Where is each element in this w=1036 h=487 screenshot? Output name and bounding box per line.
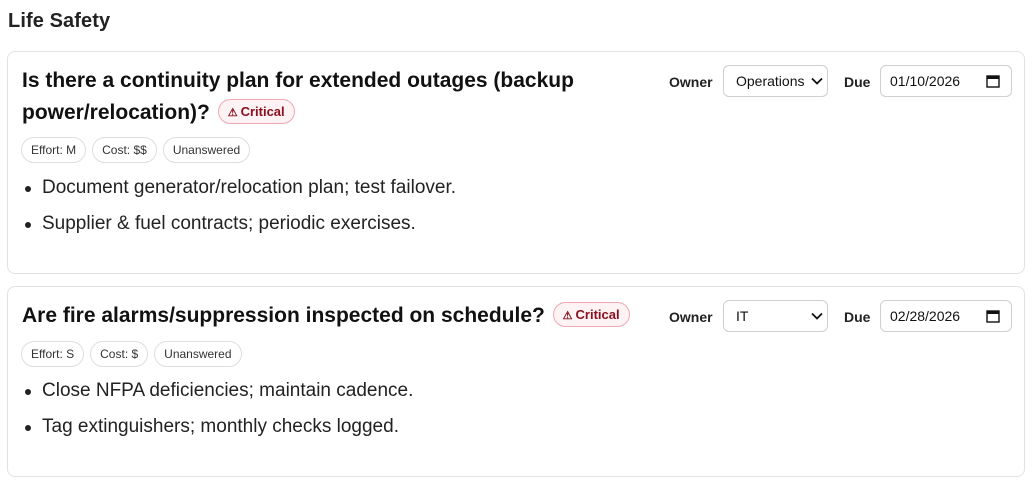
chevron-down-icon <box>811 312 823 320</box>
due-label: Due <box>844 74 871 90</box>
cost-chip: Cost: $$ <box>92 137 157 163</box>
question-text: Is there a continuity plan for extended … <box>22 69 574 124</box>
cost-chip: Cost: $ <box>90 341 149 367</box>
due-date-input[interactable]: 02/28/2026 <box>880 300 1012 332</box>
question-card: Are fire alarms/suppression inspected on… <box>7 286 1025 477</box>
due-date-value: 01/10/2026 <box>890 73 961 89</box>
effort-chip: Effort: S <box>21 341 85 367</box>
critical-badge: ⚠ Critical <box>217 98 295 124</box>
action-item: Document generator/relocation plan; test… <box>25 176 456 212</box>
calendar-icon[interactable] <box>986 74 1000 88</box>
owner-label: Owner <box>669 309 713 325</box>
question-card: Is there a continuity plan for extended … <box>7 51 1025 274</box>
action-item: Close NFPA deficiencies; maintain cadenc… <box>25 379 413 415</box>
effort-chip: Effort: M <box>21 137 87 163</box>
owner-select-value: IT <box>736 308 749 324</box>
critical-badge-label: Critical <box>575 306 620 322</box>
status-chip: Unanswered <box>162 137 251 163</box>
question-title: Are fire alarms/suppression inspected on… <box>22 300 662 332</box>
owner-select[interactable]: IT <box>723 300 828 332</box>
action-item: Supplier & fuel contracts; periodic exer… <box>25 212 456 248</box>
question-title: Is there a continuity plan for extended … <box>22 65 632 129</box>
owner-select[interactable]: Operations <box>723 65 828 97</box>
owner-select-value: Operations <box>736 73 805 89</box>
chevron-down-icon <box>811 77 823 85</box>
tag-chips: Effort: S Cost: $ Unanswered <box>21 341 242 367</box>
calendar-icon[interactable] <box>986 309 1000 323</box>
section-title: Life Safety <box>8 10 111 32</box>
action-list: Close NFPA deficiencies; maintain cadenc… <box>25 379 413 451</box>
status-chip: Unanswered <box>154 341 242 367</box>
due-label: Due <box>844 309 871 325</box>
warning-icon: ⚠ <box>227 106 238 119</box>
critical-badge-label: Critical <box>240 103 285 119</box>
due-date-input[interactable]: 01/10/2026 <box>880 65 1012 97</box>
action-item: Tag extinguishers; monthly checks logged… <box>25 415 413 451</box>
question-text: Are fire alarms/suppression inspected on… <box>22 304 545 327</box>
owner-label: Owner <box>669 74 713 90</box>
warning-icon: ⚠ <box>562 309 573 322</box>
action-list: Document generator/relocation plan; test… <box>25 176 456 248</box>
due-date-value: 02/28/2026 <box>890 308 961 324</box>
critical-badge: ⚠ Critical <box>552 301 630 327</box>
tag-chips: Effort: M Cost: $$ Unanswered <box>21 137 251 163</box>
